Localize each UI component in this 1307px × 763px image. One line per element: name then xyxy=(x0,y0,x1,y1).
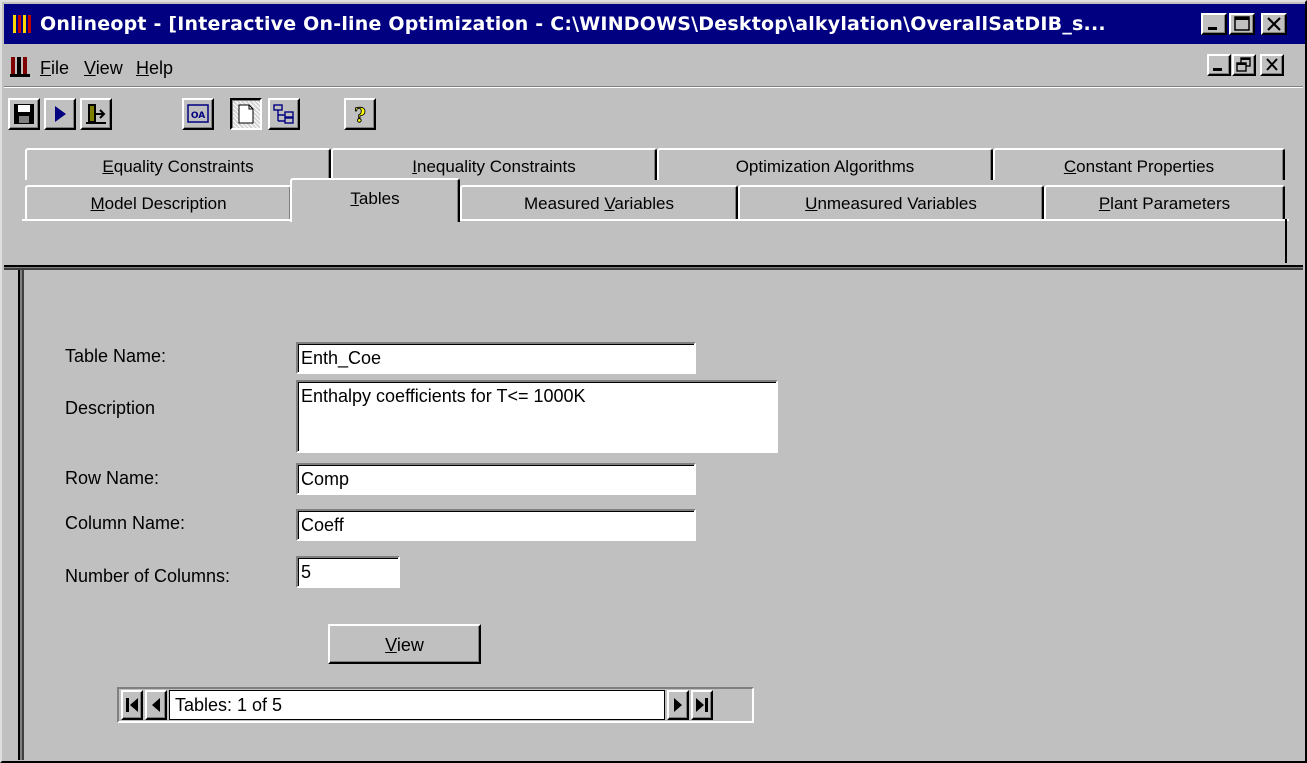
menu-view-text: iew xyxy=(95,58,123,78)
menu-view-accel: V xyxy=(84,58,96,78)
tab-inequality-constraints[interactable]: Inequality Constraints xyxy=(331,148,657,180)
row-name-label: Row Name: xyxy=(65,468,160,488)
tab-constant-properties[interactable]: Constant Properties xyxy=(993,148,1285,180)
tab-page-right-edge xyxy=(1285,219,1287,263)
mdi-minimize-button[interactable] xyxy=(1207,54,1231,76)
tab-model-accel: M xyxy=(90,194,105,213)
save-icon xyxy=(14,104,34,124)
num-columns-field[interactable]: 5 xyxy=(296,556,400,588)
help-icon: ? xyxy=(354,103,367,128)
menu-help-accel: H xyxy=(136,58,149,78)
view-button-text: iew xyxy=(396,635,424,655)
table-name-label: Table Name: xyxy=(65,346,167,366)
exit-icon xyxy=(86,104,106,124)
column-name-field[interactable]: Coeff xyxy=(296,509,696,541)
menu-help[interactable]: Help xyxy=(136,58,173,79)
tab-tables-text: ables xyxy=(358,189,400,208)
document-icon[interactable] xyxy=(10,54,34,78)
record-status: Tables: 1 of 5 xyxy=(169,690,665,720)
application-window: Onlineopt - [Interactive On-line Optimiz… xyxy=(0,0,1307,763)
mdi-restore-button[interactable] xyxy=(1232,54,1256,76)
close-button[interactable] xyxy=(1261,13,1287,35)
algorithm-button[interactable]: OA xyxy=(182,98,214,130)
tab-unmeasured-variables[interactable]: Unmeasured Variables xyxy=(738,185,1044,219)
tree-icon xyxy=(273,104,294,124)
title-bar[interactable]: Onlineopt - [Interactive On-line Optimiz… xyxy=(4,4,1305,44)
tables-view-button[interactable] xyxy=(230,98,262,130)
first-record-button[interactable] xyxy=(121,690,143,720)
run-icon xyxy=(55,106,66,122)
menu-separator xyxy=(4,86,1303,88)
exit-button[interactable] xyxy=(80,98,112,130)
splitter-bar[interactable] xyxy=(4,265,1303,270)
tab-measured-accel: V xyxy=(604,194,615,213)
tab-unmeasured-text: nmeasured Variables xyxy=(817,194,977,213)
algorithm-icon: OA xyxy=(187,104,209,123)
menu-file[interactable]: File xyxy=(40,58,69,79)
tab-equality-constraints[interactable]: Equality Constraints xyxy=(25,148,331,180)
minimize-button[interactable] xyxy=(1201,13,1227,35)
tab-plant-text: lant Parameters xyxy=(1110,194,1231,213)
tab-plant-parameters[interactable]: Plant Parameters xyxy=(1044,185,1285,219)
prev-record-button[interactable] xyxy=(145,690,167,720)
tab-inequality-text: nequality Constraints xyxy=(416,157,576,176)
column-name-label: Column Name: xyxy=(65,513,186,533)
tab-constant-text: onstant Properties xyxy=(1076,157,1215,176)
maximize-button[interactable] xyxy=(1229,13,1255,35)
tab-measured-pre: Measured xyxy=(524,194,605,213)
menu-view[interactable]: View xyxy=(84,58,123,79)
first-record-icon xyxy=(126,698,138,712)
tab-page-edge xyxy=(22,219,290,221)
view-button[interactable]: View xyxy=(328,624,481,664)
tab-optimization-algorithms[interactable]: Optimization Algorithms xyxy=(657,148,993,180)
tab-equality-accel: E xyxy=(102,157,114,176)
description-label: Description xyxy=(65,398,156,418)
form-panel-edge xyxy=(18,270,24,760)
tab-tables-accel: T xyxy=(350,189,359,208)
tab-model-text: odel Description xyxy=(104,194,227,213)
tab-unmeasured-accel: U xyxy=(805,194,818,213)
algorithm-icon-label: OA xyxy=(191,111,205,121)
tab-tables[interactable]: Tables xyxy=(290,178,460,222)
tab-optimization-text: Optimization Algorithms xyxy=(735,157,915,176)
tab-constant-accel: C xyxy=(1063,157,1077,176)
tab-measured-text: ariables xyxy=(614,194,674,213)
prev-record-icon xyxy=(152,698,160,712)
tab-equality-text: quality Constraints xyxy=(113,157,254,176)
table-name-field[interactable]: Enth_Coe xyxy=(296,342,696,374)
row-name-field[interactable]: Comp xyxy=(296,463,696,495)
next-record-icon xyxy=(674,698,682,712)
tab-measured-variables[interactable]: Measured Variables xyxy=(460,185,738,219)
description-field[interactable]: Enthalpy coefficients for T<= 1000K xyxy=(296,380,778,453)
app-icon[interactable] xyxy=(12,13,34,35)
tab-plant-accel: P xyxy=(1098,194,1111,213)
tab-page-edge-right xyxy=(460,219,1289,221)
menu-file-text: ile xyxy=(51,58,70,78)
help-button[interactable]: ? xyxy=(344,98,376,130)
last-record-button[interactable] xyxy=(691,690,713,720)
blank-page-icon xyxy=(238,104,254,124)
help-glyph: ? xyxy=(354,103,366,127)
mdi-close-button[interactable] xyxy=(1260,54,1284,76)
menu-help-text: elp xyxy=(149,58,174,78)
tree-view-button[interactable] xyxy=(268,98,300,130)
window-title: Onlineopt - [Interactive On-line Optimiz… xyxy=(40,13,1106,35)
menu-file-accel: F xyxy=(40,58,51,78)
next-record-button[interactable] xyxy=(667,690,689,720)
record-status-text: Tables: 1 of 5 xyxy=(175,695,283,715)
run-button[interactable] xyxy=(44,98,76,130)
num-columns-label: Number of Columns: xyxy=(65,566,231,586)
view-button-accel: V xyxy=(385,635,397,655)
save-button[interactable] xyxy=(8,98,40,130)
last-record-icon xyxy=(696,698,708,712)
tab-model-description[interactable]: Model Description xyxy=(25,185,292,219)
